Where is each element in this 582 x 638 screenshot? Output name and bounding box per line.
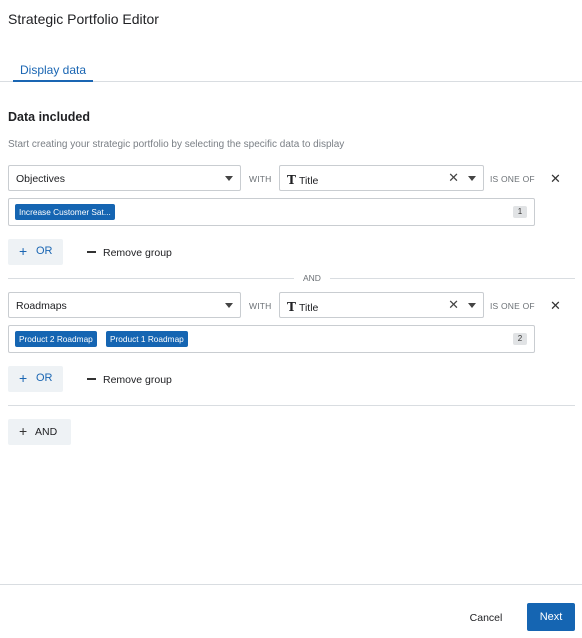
chevron-down-icon	[225, 303, 233, 308]
plus-icon: +	[19, 423, 28, 439]
or-button[interactable]: + OR	[8, 366, 63, 392]
add-and-button[interactable]: + AND	[8, 419, 71, 445]
remove-group-label: Remove group	[103, 374, 172, 386]
field-select-value: Title	[298, 175, 319, 187]
section-description: Start creating your strategic portfolio …	[8, 139, 345, 150]
operator-label: IS ONE OF	[490, 174, 535, 184]
add-and-label: AND	[35, 426, 58, 438]
chevron-down-icon	[225, 176, 233, 181]
value-chip[interactable]: Product 2 Roadmap	[15, 331, 97, 347]
next-button[interactable]: Next	[527, 603, 575, 631]
close-icon[interactable]: ✕	[550, 171, 561, 187]
entity-select-value: Roadmaps	[16, 300, 67, 312]
minus-icon	[87, 378, 96, 380]
clear-icon[interactable]: ✕	[448, 170, 459, 186]
or-button[interactable]: + OR	[8, 239, 63, 265]
close-icon[interactable]: ✕	[550, 298, 561, 314]
plus-icon: +	[19, 243, 28, 259]
value-chip[interactable]: Product 1 Roadmap	[106, 331, 188, 347]
and-divider	[8, 278, 575, 279]
with-label: WITH	[249, 301, 272, 311]
or-button-label: OR	[36, 245, 53, 257]
count-badge: 1	[513, 206, 527, 218]
remove-group-button[interactable]: Remove group	[87, 374, 172, 386]
entity-select[interactable]: Objectives	[8, 165, 241, 191]
groups-divider	[8, 405, 575, 406]
with-label: WITH	[249, 174, 272, 184]
plus-icon: +	[19, 370, 28, 386]
cancel-button[interactable]: Cancel	[461, 607, 511, 629]
text-type-icon: T	[287, 173, 296, 187]
dialog-title: Strategic Portfolio Editor	[8, 11, 159, 27]
value-chip[interactable]: Increase Customer Sat...	[15, 204, 115, 220]
field-select[interactable]: T Title ✕	[279, 292, 484, 318]
chevron-down-icon[interactable]	[468, 303, 476, 308]
section-title: Data included	[8, 110, 90, 124]
field-select-value: Title	[298, 302, 319, 314]
clear-icon[interactable]: ✕	[448, 297, 459, 313]
values-field[interactable]: Product 2 Roadmap Product 1 Roadmap 2	[8, 325, 535, 353]
operator-label: IS ONE OF	[490, 301, 535, 311]
remove-group-button[interactable]: Remove group	[87, 247, 172, 259]
count-badge: 2	[513, 333, 527, 345]
and-separator-label: AND	[294, 273, 330, 283]
or-button-label: OR	[36, 372, 53, 384]
remove-group-label: Remove group	[103, 247, 172, 259]
chevron-down-icon[interactable]	[468, 176, 476, 181]
minus-icon	[87, 251, 96, 253]
entity-select[interactable]: Roadmaps	[8, 292, 241, 318]
values-field[interactable]: Increase Customer Sat... 1	[8, 198, 535, 226]
tab-bar: Display data	[0, 60, 582, 82]
field-select[interactable]: T Title ✕	[279, 165, 484, 191]
text-type-icon: T	[287, 300, 296, 314]
tab-display-data[interactable]: Display data	[13, 64, 94, 82]
entity-select-value: Objectives	[16, 173, 66, 185]
footer-divider	[0, 584, 582, 585]
